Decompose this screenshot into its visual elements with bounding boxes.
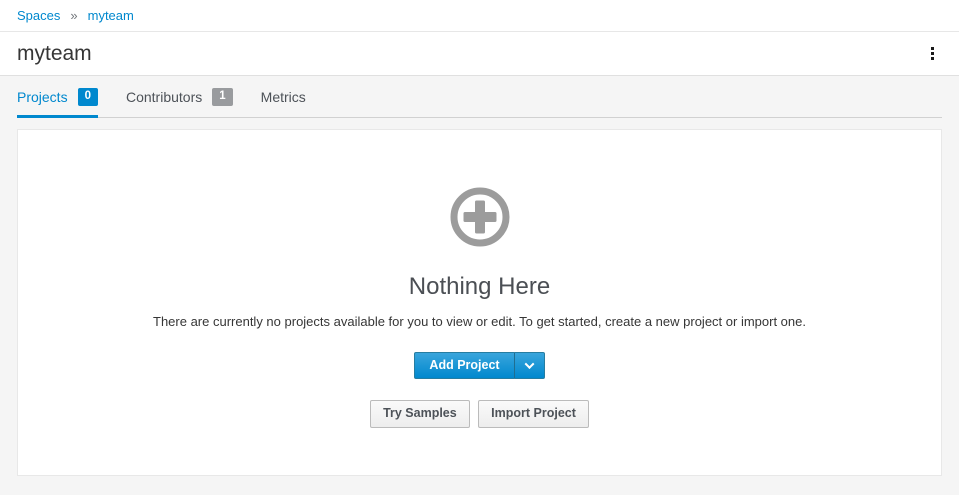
tab-projects[interactable]: Projects 0	[17, 76, 98, 118]
tab-contributors[interactable]: Contributors 1	[126, 76, 233, 118]
kebab-menu-button[interactable]	[923, 41, 942, 65]
add-project-split-button: Add Project	[414, 352, 544, 379]
import-project-button[interactable]: Import Project	[478, 400, 589, 428]
empty-state-title: Nothing Here	[18, 273, 941, 301]
breadcrumb-item-myteam[interactable]: myteam	[88, 8, 134, 23]
tab-metrics[interactable]: Metrics	[261, 76, 306, 118]
tab-bar: Projects 0 Contributors 1 Metrics	[0, 76, 959, 118]
empty-state-description: There are currently no projects availabl…	[18, 314, 941, 329]
empty-state: Nothing Here There are currently no proj…	[18, 130, 941, 428]
tab-contributors-count-badge: 1	[212, 88, 232, 106]
breadcrumb-item-spaces[interactable]: Spaces	[17, 8, 60, 23]
page-title: myteam	[17, 42, 92, 66]
tab-contributors-label: Contributors	[126, 89, 202, 105]
page-header: myteam	[0, 32, 959, 76]
kebab-menu-icon	[931, 45, 934, 61]
breadcrumb: Spaces » myteam	[0, 0, 959, 32]
content-card: Nothing Here There are currently no proj…	[17, 129, 942, 476]
primary-action-row: Add Project	[18, 352, 941, 379]
secondary-action-row: Try Samples Import Project	[18, 400, 941, 428]
tab-projects-count-badge: 0	[78, 88, 98, 106]
tab-metrics-label: Metrics	[261, 89, 306, 105]
breadcrumb-separator: »	[70, 8, 77, 23]
tab-projects-label: Projects	[17, 89, 68, 105]
add-project-button[interactable]: Add Project	[414, 352, 513, 379]
add-project-dropdown-toggle[interactable]	[514, 352, 545, 379]
chevron-down-icon	[524, 359, 534, 369]
add-circle-icon	[450, 187, 510, 247]
try-samples-button[interactable]: Try Samples	[370, 400, 470, 428]
